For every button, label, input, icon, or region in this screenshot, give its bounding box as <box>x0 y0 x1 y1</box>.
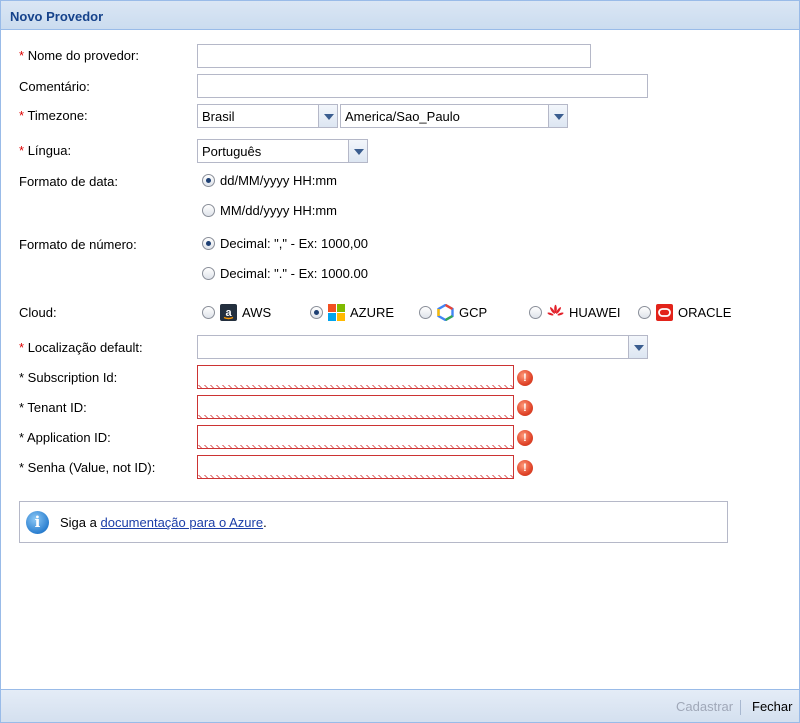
cloud-option-label: GCP <box>459 305 488 320</box>
gcp-icon <box>437 303 454 322</box>
formato-numero-option-label: Decimal: "." - Ex: 1000.00 <box>220 266 368 281</box>
timezone-country-value: Brasil <box>202 109 235 124</box>
nome-provedor-field[interactable] <box>197 44 591 68</box>
cloud-option-azure[interactable]: AZURE <box>310 304 394 321</box>
chevron-down-icon[interactable] <box>348 140 367 162</box>
comentario-field[interactable] <box>197 74 648 98</box>
radio-checked-icon[interactable] <box>310 306 323 319</box>
aws-icon: a <box>220 304 237 321</box>
info-text: Siga a documentação para o Azure. <box>60 515 267 530</box>
azure-icon <box>328 304 345 321</box>
svg-text:a: a <box>225 307 232 319</box>
formato-data-option-label: dd/MM/yyyy HH:mm <box>220 173 337 188</box>
comentario-label: Comentário: <box>19 79 90 94</box>
chevron-down-icon[interactable] <box>548 105 567 127</box>
tenant-id-input[interactable] <box>198 396 513 418</box>
timezone-country-combo[interactable]: Brasil <box>197 104 338 128</box>
chevron-down-icon[interactable] <box>318 105 337 127</box>
subscription-id-field[interactable] <box>197 365 514 389</box>
radio-checked-icon[interactable] <box>202 174 215 187</box>
fechar-button[interactable]: Fechar <box>752 699 792 714</box>
formato-data-option-2[interactable]: MM/dd/yyyy HH:mm <box>202 203 337 218</box>
chevron-down-icon[interactable] <box>628 336 647 358</box>
error-icon: ! <box>517 370 533 386</box>
info-suffix: . <box>263 515 267 530</box>
info-prefix: Siga a <box>60 515 101 530</box>
tenant-id-field[interactable] <box>197 395 514 419</box>
radio-unchecked-icon[interactable] <box>202 267 215 280</box>
oracle-icon <box>656 304 673 321</box>
formato-numero-option-label: Decimal: "," - Ex: 1000,00 <box>220 236 368 251</box>
error-icon: ! <box>517 400 533 416</box>
comentario-input[interactable] <box>198 75 647 97</box>
application-id-label: * Application ID: <box>19 430 111 445</box>
formato-data-option-1[interactable]: dd/MM/yyyy HH:mm <box>202 173 337 188</box>
radio-unchecked-icon[interactable] <box>202 204 215 217</box>
lingua-label-text: Língua: <box>27 143 72 158</box>
cloud-option-label: AZURE <box>350 305 395 320</box>
radio-checked-icon[interactable] <box>202 237 215 250</box>
formato-data-label: Formato de data: <box>19 174 118 189</box>
required-mark: * <box>19 48 25 63</box>
localizacao-label: * Localização default: <box>19 340 143 355</box>
cloud-label: Cloud: <box>19 305 57 320</box>
tenant-id-label: * Tenant ID: <box>19 400 87 415</box>
radio-unchecked-icon[interactable] <box>638 306 651 319</box>
cloud-option-gcp[interactable]: GCP <box>419 303 488 322</box>
formato-numero-option-2[interactable]: Decimal: "." - Ex: 1000.00 <box>202 266 368 281</box>
cloud-option-label: AWS <box>242 305 272 320</box>
subscription-id-label: * Subscription Id: <box>19 370 118 385</box>
subscription-id-input[interactable] <box>198 366 513 388</box>
window-titlebar: Novo Provedor <box>1 1 799 30</box>
cadastrar-button[interactable]: Cadastrar <box>676 699 733 714</box>
lingua-combo[interactable]: Português <box>197 139 368 163</box>
timezone-label: * Timezone: <box>19 108 88 123</box>
radio-unchecked-icon[interactable] <box>419 306 432 319</box>
cloud-option-label: HUAWEI <box>569 305 621 320</box>
senha-input[interactable] <box>198 456 513 478</box>
window-footer: Cadastrar Fechar <box>1 689 799 722</box>
formato-numero-label: Formato de número: <box>19 237 137 252</box>
footer-separator <box>740 700 741 715</box>
formato-numero-option-1[interactable]: Decimal: "," - Ex: 1000,00 <box>202 236 368 251</box>
timezone-zone-combo[interactable]: America/Sao_Paulo <box>340 104 568 128</box>
cloud-option-oracle[interactable]: ORACLE <box>638 304 731 321</box>
cloud-option-aws[interactable]: a AWS <box>202 304 271 321</box>
application-id-input[interactable] <box>198 426 513 448</box>
error-icon: ! <box>517 460 533 476</box>
required-mark: * <box>19 108 25 123</box>
azure-docs-link[interactable]: documentação para o Azure <box>100 515 263 530</box>
nome-provedor-input[interactable] <box>198 45 590 67</box>
nome-provedor-label-text: Nome do provedor: <box>27 48 139 63</box>
info-icon: i <box>26 511 49 534</box>
error-icon: ! <box>517 430 533 446</box>
localizacao-combo[interactable] <box>197 335 648 359</box>
nome-provedor-label: * Nome do provedor: <box>19 48 139 63</box>
cloud-option-label: ORACLE <box>678 305 732 320</box>
localizacao-label-text: Localização default: <box>27 340 143 355</box>
info-box: i Siga a documentação para o Azure. <box>19 501 728 543</box>
radio-unchecked-icon[interactable] <box>202 306 215 319</box>
required-mark: * <box>19 143 25 158</box>
timezone-label-text: Timezone: <box>27 108 88 123</box>
senha-label: * Senha (Value, not ID): <box>19 460 156 475</box>
application-id-field[interactable] <box>197 425 514 449</box>
huawei-icon <box>547 304 564 321</box>
formato-data-option-label: MM/dd/yyyy HH:mm <box>220 203 337 218</box>
lingua-label: * Língua: <box>19 143 71 158</box>
cloud-option-huawei[interactable]: HUAWEI <box>529 304 621 321</box>
novo-provedor-window: Novo Provedor * Nome do provedor: Coment… <box>0 0 800 723</box>
radio-unchecked-icon[interactable] <box>529 306 542 319</box>
window-title: Novo Provedor <box>10 9 104 24</box>
required-mark: * <box>19 340 25 355</box>
senha-field[interactable] <box>197 455 514 479</box>
lingua-value: Português <box>202 144 262 159</box>
timezone-zone-value: America/Sao_Paulo <box>345 109 460 124</box>
